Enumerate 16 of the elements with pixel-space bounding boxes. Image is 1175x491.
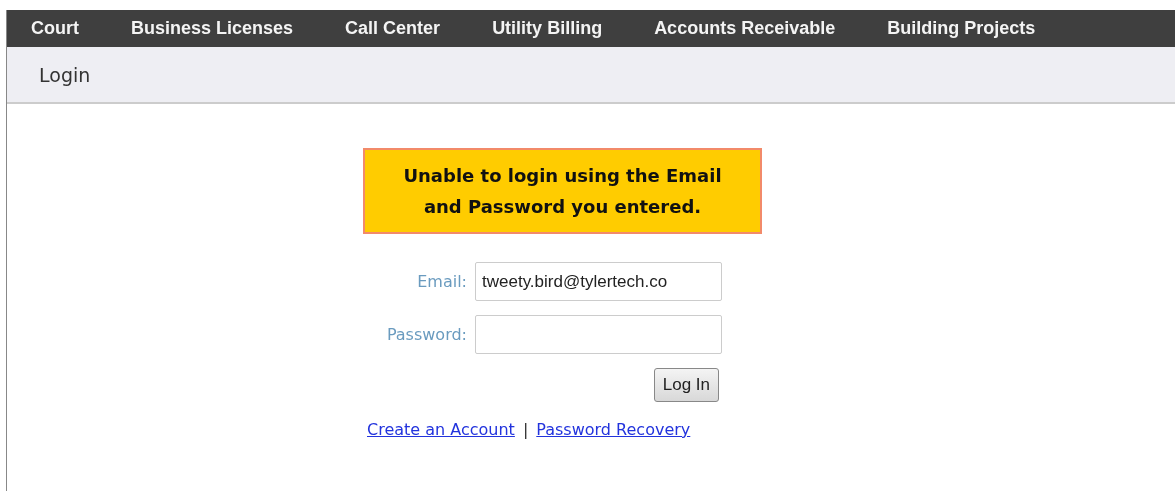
nav-link[interactable]: Court — [31, 18, 79, 39]
link[interactable]: Create an Account — [367, 420, 515, 439]
error-message: Unable to login using the Email and Password you entered. — [363, 148, 762, 234]
nav-link[interactable]: Building Projects — [887, 18, 1036, 39]
nav-link[interactable]: Accounts Receivable — [654, 18, 836, 39]
nav-link[interactable]: Call Center — [345, 18, 441, 39]
nav-link[interactable]: Utility Billing — [492, 18, 603, 39]
nav-link[interactable]: Business Licenses — [131, 18, 294, 39]
field-label: Password: — [385, 325, 468, 344]
login-button[interactable]: Log In — [653, 368, 719, 402]
field-label: Email: — [416, 272, 468, 291]
page-title: Login — [39, 63, 91, 86]
input-field[interactable]: tweety.bird@tylertech.co — [475, 262, 722, 301]
link-separator: | — [522, 420, 529, 439]
link[interactable]: Password Recovery — [536, 420, 691, 439]
input-field[interactable] — [475, 315, 722, 354]
